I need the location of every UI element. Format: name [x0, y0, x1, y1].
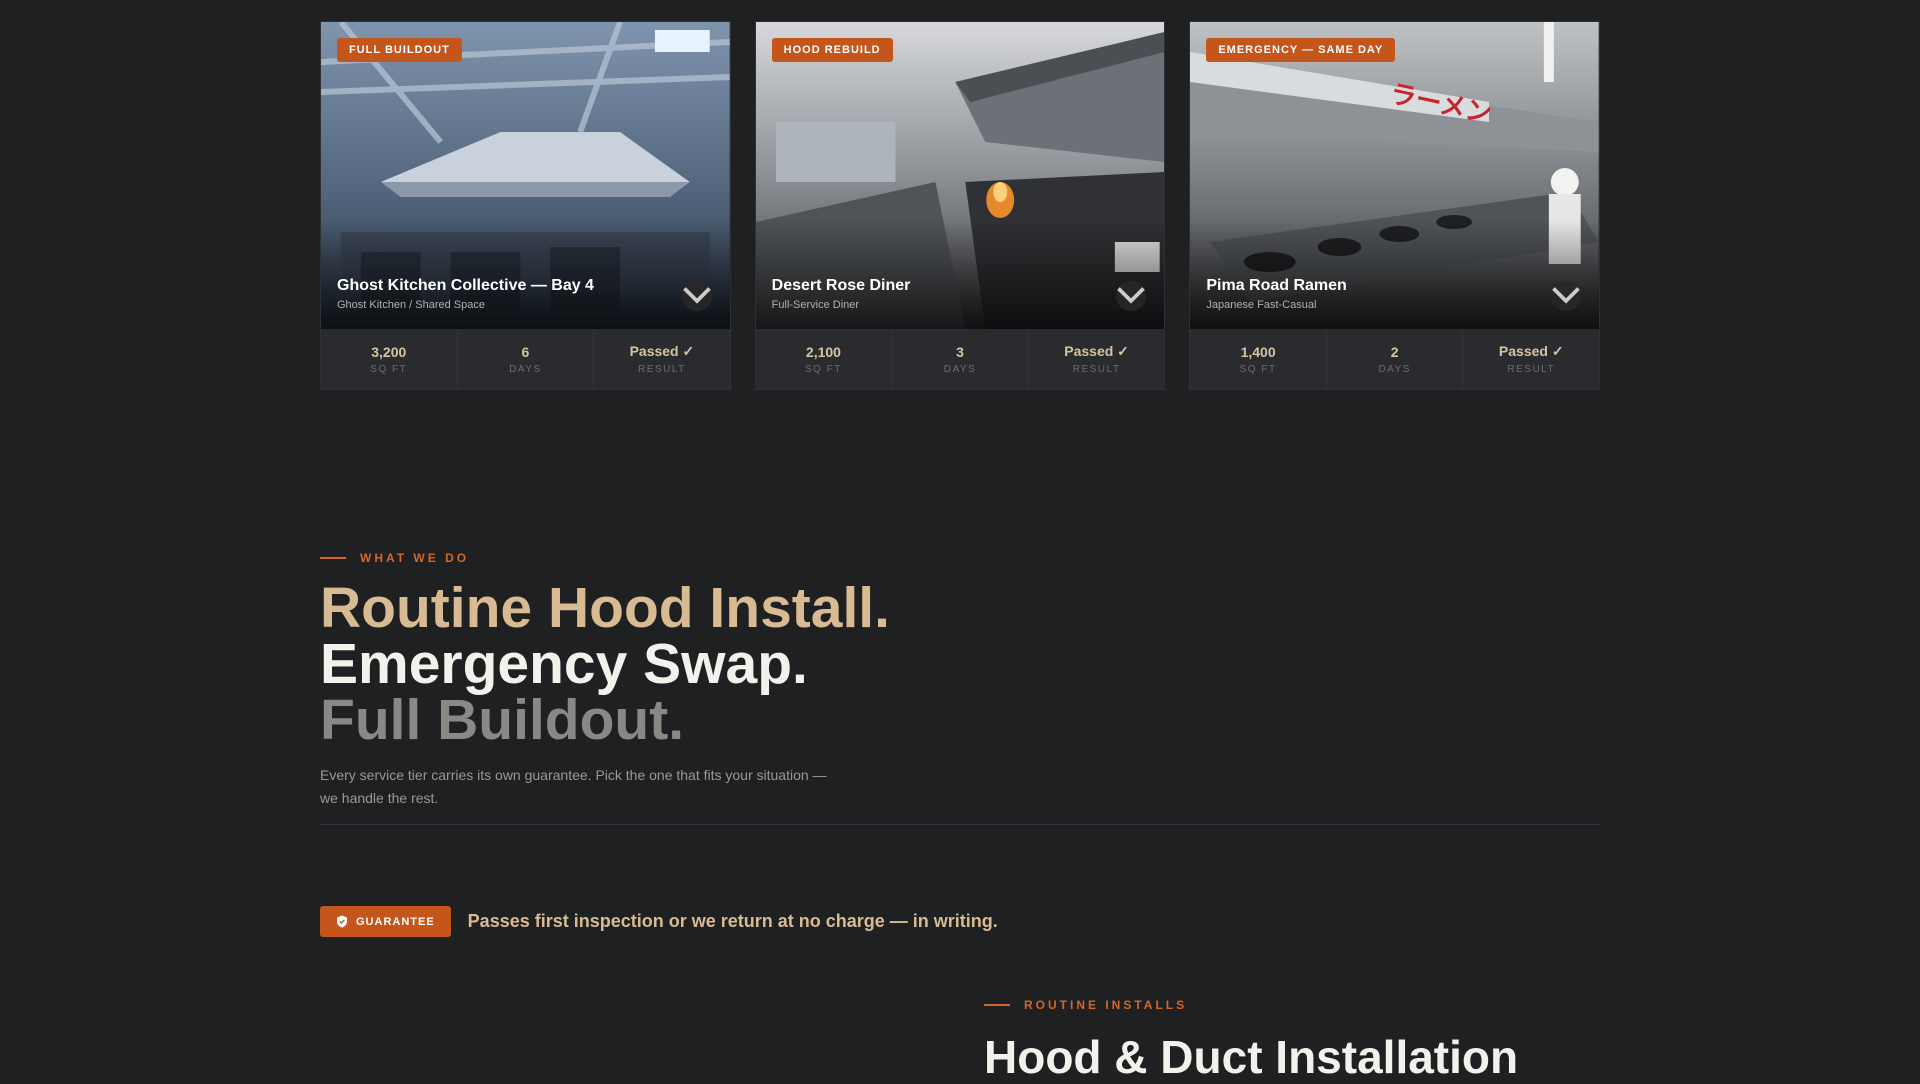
chevron-down-icon [1552, 287, 1580, 304]
section-divider [320, 824, 1600, 825]
eyebrow-text: ROUTINE INSTALLS [1024, 998, 1188, 1012]
project-title: Desert Rose Diner [771, 277, 911, 294]
guarantee-banner: GUARANTEE Passes first inspection or we … [320, 906, 1600, 937]
stat-value: 2,100 [805, 343, 841, 360]
stat-label: SQ FT [1239, 363, 1277, 375]
stat-label: SQ FT [804, 363, 842, 375]
stat-value: 3 [956, 343, 964, 360]
project-title: Ghost Kitchen Collective — Bay 4 [337, 277, 594, 294]
stat-result: Passed ✓ RESULT [1029, 329, 1165, 389]
guarantee-badge: GUARANTEE [320, 906, 451, 937]
stat-label: DAYS [509, 363, 542, 375]
eyebrow-line [984, 1004, 1010, 1006]
headline-line-2: Emergency Swap. [320, 632, 808, 696]
expand-button[interactable] [1551, 281, 1582, 311]
project-photo: HOOD REBUILD Desert Rose Diner Full-Serv… [755, 22, 1165, 329]
stat-result: Passed ✓ RESULT [1463, 329, 1599, 389]
section-headline: Routine Hood Install. Emergency Swap. Fu… [320, 576, 1600, 752]
project-stats: 3,200 SQ FT 6 DAYS Passed ✓ RESULT [321, 329, 730, 389]
stat-days: 6 DAYS [458, 329, 595, 389]
stat-value: Passed ✓ [1064, 343, 1129, 359]
stat-sqft: 1,400 SQ FT [1190, 329, 1327, 389]
expand-button[interactable] [1116, 281, 1147, 311]
project-photo: FULL BUILDOUT Ghost Kitchen Collective —… [321, 22, 730, 329]
section-eyebrow: WHAT WE DO [320, 551, 1600, 565]
expand-button[interactable] [681, 281, 712, 311]
project-title: Pima Road Ramen [1206, 277, 1347, 294]
project-card[interactable]: HOOD REBUILD Desert Rose Diner Full-Serv… [754, 21, 1166, 390]
guarantee-text: Passes first inspection or we return at … [467, 911, 998, 931]
stat-value: 1,400 [1240, 343, 1276, 360]
stat-label: DAYS [1378, 363, 1411, 375]
stat-label: RESULT [1507, 364, 1556, 375]
eyebrow-text: WHAT WE DO [360, 551, 470, 565]
stat-label: RESULT [638, 364, 686, 375]
routine-installs-title: Hood & Duct Installation [984, 1031, 1519, 1083]
stat-value: 3,200 [371, 343, 407, 360]
routine-installs-eyebrow: ROUTINE INSTALLS [984, 998, 1187, 1012]
stat-label: DAYS [943, 363, 977, 375]
project-badge: HOOD REBUILD [771, 38, 893, 62]
project-subtitle: Japanese Fast-Casual [1206, 299, 1317, 311]
stat-days: 3 DAYS [892, 329, 1029, 389]
stat-days: 2 DAYS [1327, 329, 1464, 389]
stat-label: RESULT [1072, 364, 1121, 375]
project-card[interactable]: ラーメン EMERGENCY — SAME DAY Pima Road Rame… [1189, 21, 1601, 390]
headline-line-3: Full Buildout. [320, 688, 685, 752]
stat-label: SQ FT [370, 363, 408, 375]
project-stats: 1,400 SQ FT 2 DAYS Passed ✓ RESULT [1190, 329, 1599, 389]
stat-value: Passed ✓ [629, 343, 695, 359]
shield-icon [337, 915, 347, 928]
stat-result: Passed ✓ RESULT [594, 329, 730, 389]
stat-sqft: 2,100 SQ FT [756, 329, 893, 389]
section-lead: Every service tier carries its own guara… [320, 767, 827, 806]
guarantee-badge-label: GUARANTEE [356, 915, 435, 928]
chevron-down-icon [1117, 287, 1146, 304]
headline-line-1: Routine Hood Install. [320, 576, 890, 640]
project-subtitle: Ghost Kitchen / Shared Space [337, 299, 485, 311]
project-cards: FULL BUILDOUT Ghost Kitchen Collective —… [320, 21, 1601, 390]
project-badge: FULL BUILDOUT [337, 38, 462, 62]
chevron-down-icon [682, 287, 711, 304]
stat-value: 6 [521, 343, 530, 360]
stat-sqft: 3,200 SQ FT [321, 329, 458, 389]
stat-value: Passed ✓ [1498, 343, 1564, 359]
eyebrow-line [320, 557, 346, 559]
stat-value: 2 [1390, 343, 1399, 360]
project-card[interactable]: FULL BUILDOUT Ghost Kitchen Collective —… [320, 21, 731, 390]
project-stats: 2,100 SQ FT 3 DAYS Passed ✓ RESULT [756, 329, 1165, 389]
project-subtitle: Full-Service Diner [771, 299, 860, 311]
project-badge: EMERGENCY — SAME DAY [1206, 38, 1396, 62]
project-photo: ラーメン EMERGENCY — SAME DAY Pima Road Rame… [1190, 22, 1600, 329]
